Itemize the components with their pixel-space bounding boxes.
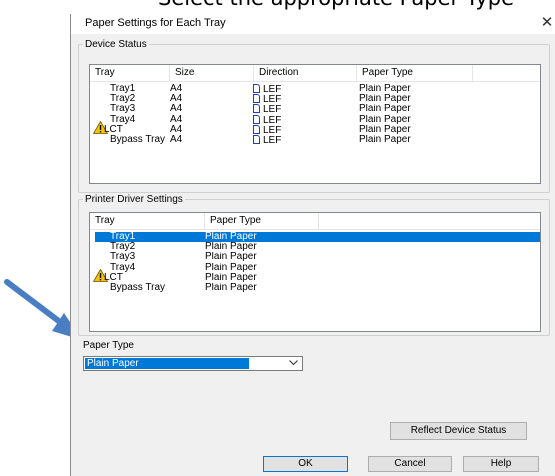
cell-direction: LEF [263, 134, 282, 146]
driver-settings-list[interactable]: Tray Paper Type Tray1 Plain Paper Tray2 Pla… [89, 212, 541, 332]
cell-tray: Tray2 [110, 242, 136, 253]
cell-paper-type: Plain Paper [205, 272, 257, 283]
paper-direction-icon [253, 124, 260, 134]
cell-tray: Bypass Tray [110, 134, 166, 145]
cell-tray: Tray2 [110, 94, 136, 105]
cell-paper-type: Plain Paper [205, 262, 257, 273]
table-row[interactable]: Tray1 Plain Paper [90, 232, 540, 243]
cell-size: A4 [170, 134, 183, 145]
cell-size: A4 [170, 124, 183, 135]
table-row[interactable]: Tray2 A4 LEF Plain Paper [90, 94, 540, 105]
table-row[interactable]: Bypass Tray A4 LEF Plain Paper [90, 134, 540, 146]
table-row[interactable]: Tray1 A4 LEF Plain Paper [90, 84, 540, 95]
chevron-down-icon [289, 360, 298, 366]
paper-type-selected-value: Plain Paper [85, 358, 249, 369]
cell-paper-type: Plain Paper [359, 114, 411, 125]
table-row[interactable]: Tray3 Plain Paper [90, 252, 540, 262]
driver-settings-header: Tray Paper Type [90, 213, 540, 230]
ok-button[interactable]: OK [263, 456, 348, 472]
cell-paper-type: Plain Paper [359, 134, 411, 145]
cell-paper-type: Plain Paper [359, 124, 411, 135]
help-button[interactable]: Help [463, 456, 539, 472]
cell-size: A4 [170, 114, 183, 125]
cell-paper-type: Plain Paper [359, 94, 411, 105]
cell-paper-type: Plain Paper [205, 242, 257, 253]
cell-tray: Tray1 [110, 84, 136, 94]
paper-type-select[interactable]: Plain Paper [83, 356, 303, 371]
cell-paper-type: Plain Paper [205, 282, 257, 293]
instruction-caption: Select the appropriate Paper Type [158, 0, 514, 10]
column-header-tray[interactable]: Tray [90, 65, 170, 81]
table-row[interactable]: Tray4 A4 LEF Plain Paper [90, 114, 540, 125]
cell-tray: Tray3 [110, 252, 136, 263]
cancel-button[interactable]: Cancel [368, 456, 452, 472]
column-header-paper-type[interactable]: Paper Type [357, 65, 473, 81]
dialog-title: Paper Settings for Each Tray [85, 17, 226, 29]
column-header-tray[interactable]: Tray [90, 213, 205, 229]
cell-paper-type: Plain Paper [359, 84, 411, 94]
close-icon[interactable]: ✕ [540, 13, 554, 33]
paper-direction-icon [253, 104, 260, 114]
paper-direction-icon [253, 84, 260, 93]
cell-tray: Tray4 [110, 114, 136, 125]
paper-direction-icon [253, 134, 260, 144]
column-header-direction[interactable]: Direction [254, 65, 357, 81]
table-row[interactable]: Tray3 A4 LEF Plain Paper [90, 104, 540, 115]
cell-size: A4 [170, 84, 183, 94]
paper-direction-icon [253, 94, 260, 104]
cell-tray: Bypass Tray [110, 282, 166, 293]
reflect-device-status-button[interactable]: Reflect Device Status [390, 422, 527, 440]
cell-paper-type: Plain Paper [205, 232, 257, 242]
cell-paper-type: Plain Paper [359, 104, 411, 115]
cell-tray: Tray4 [110, 262, 136, 273]
dialog-titlebar: Paper Settings for Each Tray ✕ [71, 14, 555, 34]
cell-size: A4 [170, 104, 183, 115]
cell-paper-type: Plain Paper [205, 252, 257, 263]
device-status-legend: Device Status [85, 39, 147, 50]
table-row[interactable]: LCT A4 LEF Plain Paper [90, 120, 540, 135]
table-row[interactable]: Tray4 Plain Paper [90, 263, 540, 273]
column-header-size[interactable]: Size [170, 65, 254, 81]
table-row[interactable]: LCT Plain Paper [90, 268, 540, 283]
paper-settings-dialog: Paper Settings for Each Tray ✕ Device St… [70, 14, 555, 476]
cell-tray: Tray3 [110, 104, 136, 115]
device-status-list[interactable]: Tray Size Direction Paper Type Tray1 A4 LE… [89, 64, 541, 184]
device-status-header: Tray Size Direction Paper Type [90, 65, 540, 82]
cell-tray: LCT [104, 124, 123, 135]
cell-tray: LCT [104, 272, 123, 283]
driver-settings-legend: Printer Driver Settings [85, 194, 183, 205]
column-header-paper-type[interactable]: Paper Type [205, 213, 319, 229]
cell-size: A4 [170, 94, 183, 105]
paper-direction-icon [253, 114, 260, 124]
table-row[interactable]: Tray2 Plain Paper [90, 242, 540, 252]
table-row[interactable]: Bypass Tray Plain Paper [90, 283, 540, 293]
cell-tray: Tray1 [110, 232, 136, 242]
paper-type-label: Paper Type [83, 340, 134, 351]
